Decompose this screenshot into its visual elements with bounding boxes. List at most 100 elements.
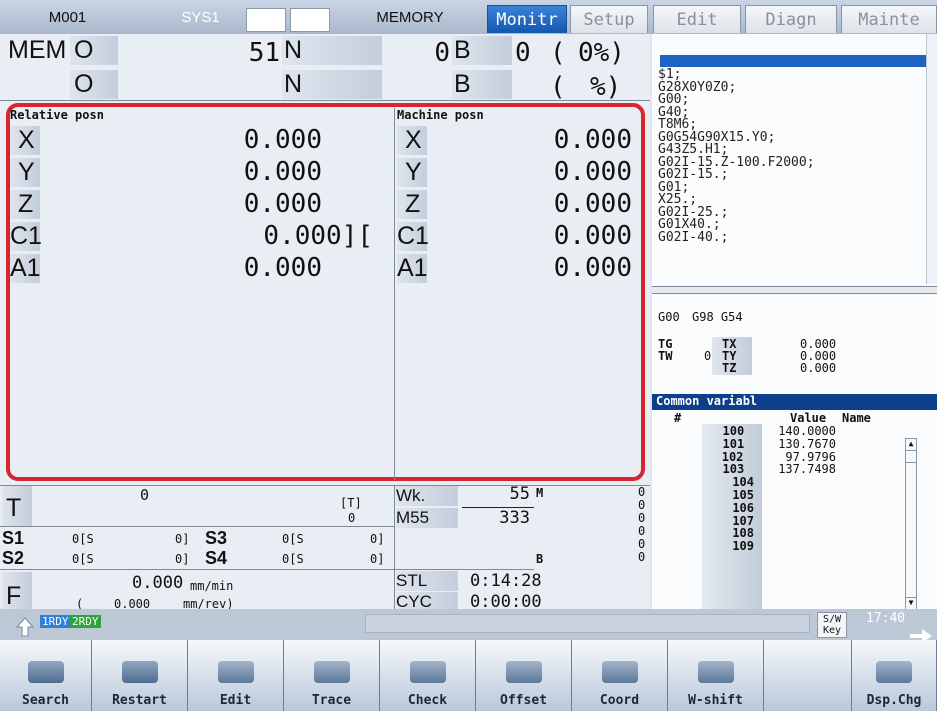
tab-edit[interactable]: Edit	[653, 5, 741, 33]
col-number: #	[674, 411, 682, 425]
softkey-label: Dsp.Chg	[866, 693, 922, 708]
tool-label: T	[2, 486, 32, 526]
percent-2: %)	[590, 72, 622, 102]
tw-label: TW	[658, 349, 673, 363]
var-value: 140.0000	[778, 424, 836, 438]
o-label: O	[70, 36, 118, 65]
s1-label: S1	[2, 528, 25, 548]
blank-icon	[790, 676, 826, 698]
softkey-display-change[interactable]: Dsp.Chg	[852, 640, 937, 711]
softkey-coord[interactable]: Coord	[572, 640, 668, 711]
program-number: M001	[48, 8, 87, 26]
s4-label: S4	[205, 548, 228, 568]
machine-title: Machine posn	[397, 108, 484, 122]
axis-label: A1	[397, 253, 428, 283]
tab-setup[interactable]: Setup	[570, 5, 648, 33]
top-status-bar: M001 SYS1 MEMORY Monitr Setup Edit Diagn…	[0, 0, 937, 34]
divider	[0, 100, 650, 101]
table-row: 108	[706, 527, 836, 540]
stl-value: 0:14:28	[470, 571, 542, 591]
col-name: Name	[842, 411, 871, 425]
m55-value: 333	[499, 508, 530, 528]
o-value: 51	[248, 38, 280, 68]
tab-diagn[interactable]: Diagn	[745, 5, 837, 33]
b-label: B	[452, 36, 512, 65]
back-arrow-icon[interactable]	[14, 616, 36, 638]
display-change-icon	[876, 661, 912, 683]
softkey-label: Search	[22, 693, 69, 708]
softkey-blank[interactable]	[764, 640, 852, 711]
program-cursor-bar	[660, 55, 928, 67]
s1-value: 0[S	[72, 532, 94, 546]
relative-row-a1: A1 0.000	[10, 252, 390, 284]
divider	[394, 108, 395, 480]
softkey-check[interactable]: Check	[380, 640, 476, 711]
position-panel: MEM O 51 N 0 B 0 ( 0%) O N B ( %) Relati…	[0, 34, 650, 634]
relative-row-y: Y 0.000	[10, 156, 390, 188]
tool-bracket: [T]	[340, 496, 362, 510]
table-row: 106	[706, 500, 836, 515]
softkey-trace[interactable]: Trace	[284, 640, 380, 711]
softkey-offset[interactable]: Offset	[476, 640, 572, 711]
feed-unit: mm/min	[190, 579, 234, 593]
var-value: 137.7498	[778, 462, 836, 477]
s4-value: 0[S	[282, 552, 304, 566]
m-label: M	[536, 486, 544, 500]
softkey-w-shift[interactable]: W-shift	[668, 640, 764, 711]
axis-label: X	[10, 125, 40, 155]
scroll-down-icon[interactable]: ▼	[906, 597, 916, 609]
o-label-2: O	[70, 70, 118, 99]
modal-code-1: G00	[658, 310, 680, 324]
divider	[394, 569, 534, 570]
axis-label: Y	[10, 157, 40, 187]
var-number: 101	[722, 436, 745, 451]
stl-label: STL	[396, 571, 458, 591]
relative-row-x: X 0.000	[10, 124, 390, 156]
tab-mainte[interactable]: Mainte	[841, 5, 937, 33]
m55-label: M55	[396, 508, 458, 528]
machine-row-z: Z 0.000	[397, 188, 632, 220]
softkey-label: Check	[407, 693, 448, 708]
var-number: 105	[732, 487, 754, 502]
program-scrollbar[interactable]	[926, 34, 937, 284]
axis-label: C1	[397, 221, 429, 251]
axis-value: 0.000	[553, 125, 632, 155]
b-label-small: B	[536, 552, 544, 566]
status-box	[246, 8, 286, 32]
relative-position-list: X 0.000 Y 0.000 Z 0.000 C1 0.000][ A1 0.000	[10, 124, 390, 284]
variable-scrollbar[interactable]: ▲ ▼	[905, 438, 917, 610]
axis-value: 0.000	[243, 189, 322, 219]
tab-monitor[interactable]: Monitr	[487, 5, 567, 33]
machine-row-c1: C1 0.000	[397, 220, 632, 252]
softkey-edit[interactable]: Edit	[188, 640, 284, 711]
relative-row-z: Z 0.000	[10, 188, 390, 220]
w-shift-icon	[697, 661, 734, 683]
softkey-label: Edit	[219, 693, 252, 708]
var-number: 106	[732, 500, 754, 515]
axis-label: X	[397, 125, 427, 155]
program-line: G02I-40.;	[658, 229, 729, 245]
softkey-label: Offset	[500, 693, 547, 708]
softkey-restart[interactable]: Restart	[92, 640, 188, 711]
axis-label: Y	[397, 157, 427, 187]
divider	[394, 485, 395, 619]
ready-indicator-1: 1RDY	[40, 615, 71, 628]
s1-bracket: 0]	[175, 532, 190, 546]
zero-list: 000000	[638, 486, 645, 564]
axis-value: 0.000	[243, 125, 322, 155]
scroll-up-icon[interactable]: ▲	[906, 439, 916, 451]
tz-value: 0.000	[800, 361, 837, 375]
clock: 17:40	[866, 611, 906, 626]
scroll-thumb[interactable]	[906, 453, 916, 463]
divider	[0, 485, 650, 486]
table-row: 109	[706, 540, 836, 553]
table-row: 101 130.7670	[706, 436, 836, 451]
tool-value: 0	[140, 486, 150, 504]
b-label-2: B	[452, 70, 512, 99]
sw-key-button[interactable]: S/W Key	[817, 612, 847, 638]
relative-title: Relative posn	[10, 108, 104, 122]
softkey-search[interactable]: Search	[0, 640, 92, 711]
common-variable-title: Common variabl	[652, 394, 937, 410]
key-label: Key	[822, 625, 842, 636]
s2-value: 0[S	[72, 552, 94, 566]
